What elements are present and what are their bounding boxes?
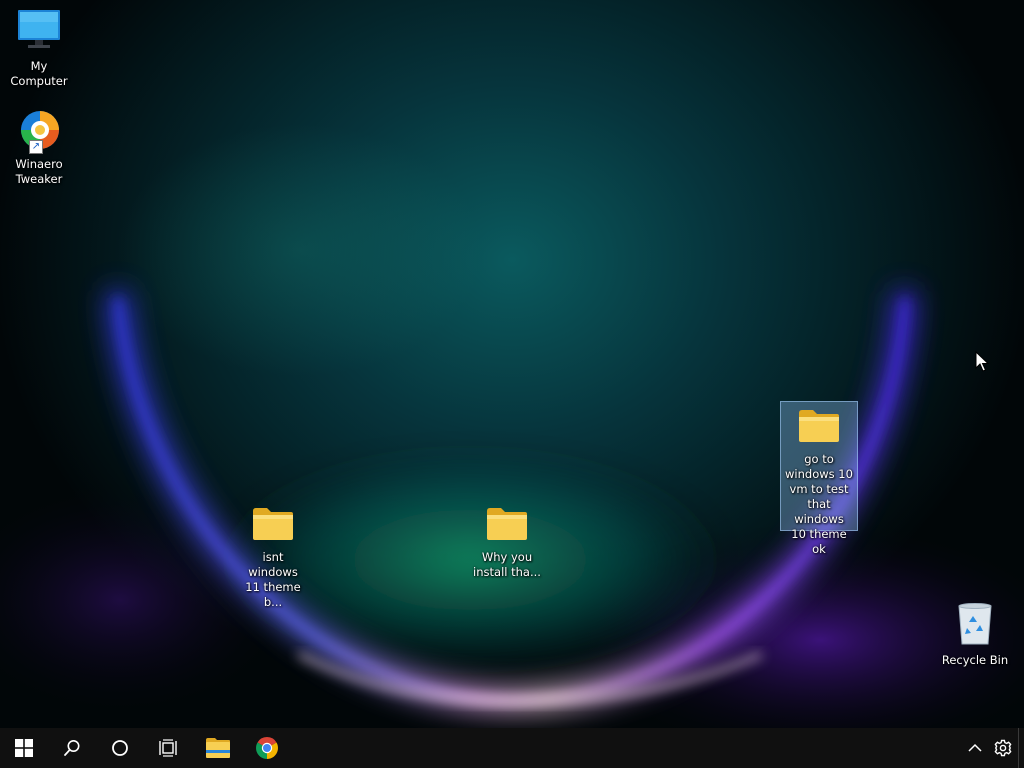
show-hidden-icons-button[interactable]	[962, 728, 988, 768]
folder-icon	[234, 505, 312, 547]
show-desktop-button[interactable]	[1018, 728, 1024, 768]
cortana-button[interactable]	[96, 728, 144, 768]
desktop-icon-recycle-bin[interactable]: Recycle Bin	[936, 602, 1014, 668]
file-explorer-icon	[206, 738, 230, 758]
recycle-bin-icon	[936, 602, 1014, 650]
windows-logo-icon	[15, 739, 33, 757]
start-button[interactable]	[0, 728, 48, 768]
cortana-circle-icon	[112, 740, 128, 756]
winaero-tweaker-icon: ↗	[15, 108, 63, 154]
search-icon	[64, 740, 80, 756]
search-button[interactable]	[48, 728, 96, 768]
desktop-icon-folder-isnt-windows-11[interactable]: isnt windows 11 theme b...	[234, 505, 312, 610]
monitor-icon	[0, 8, 78, 56]
desktop-icon-label: My Computer	[10, 59, 68, 88]
desktop-icon-label: isnt windows 11 theme b...	[245, 550, 301, 609]
mouse-cursor-icon	[975, 351, 989, 372]
desktop-icon-label: go to windows 10 vm to test that windows…	[785, 452, 853, 556]
taskbar	[0, 728, 1024, 768]
file-explorer-button[interactable]	[194, 728, 242, 768]
task-view-button[interactable]	[144, 728, 192, 768]
desktop[interactable]: My Computer ↗ Winaero Tweaker isnt windo…	[0, 0, 1024, 728]
chrome-icon	[256, 737, 278, 759]
task-view-icon	[159, 739, 177, 757]
desktop-icon-folder-go-to-windows-10[interactable]: go to windows 10 vm to test that windows…	[780, 401, 858, 556]
chrome-button[interactable]	[243, 728, 291, 768]
settings-button[interactable]	[990, 728, 1016, 768]
shortcut-arrow-icon: ↗	[29, 140, 43, 154]
folder-icon	[468, 505, 546, 547]
desktop-icon-folder-why-you-install[interactable]: Why you install tha...	[468, 505, 546, 580]
wallpaper	[0, 289, 1024, 728]
desktop-icon-label: Winaero Tweaker	[15, 157, 63, 186]
gear-icon	[994, 739, 1012, 757]
folder-icon	[781, 407, 857, 449]
desktop-icon-label: Recycle Bin	[941, 653, 1009, 667]
chevron-up-icon	[968, 743, 982, 752]
desktop-icon-my-computer[interactable]: My Computer	[0, 8, 78, 89]
desktop-icon-winaero-tweaker[interactable]: ↗ Winaero Tweaker	[0, 108, 78, 187]
desktop-icon-label: Why you install tha...	[473, 550, 541, 579]
